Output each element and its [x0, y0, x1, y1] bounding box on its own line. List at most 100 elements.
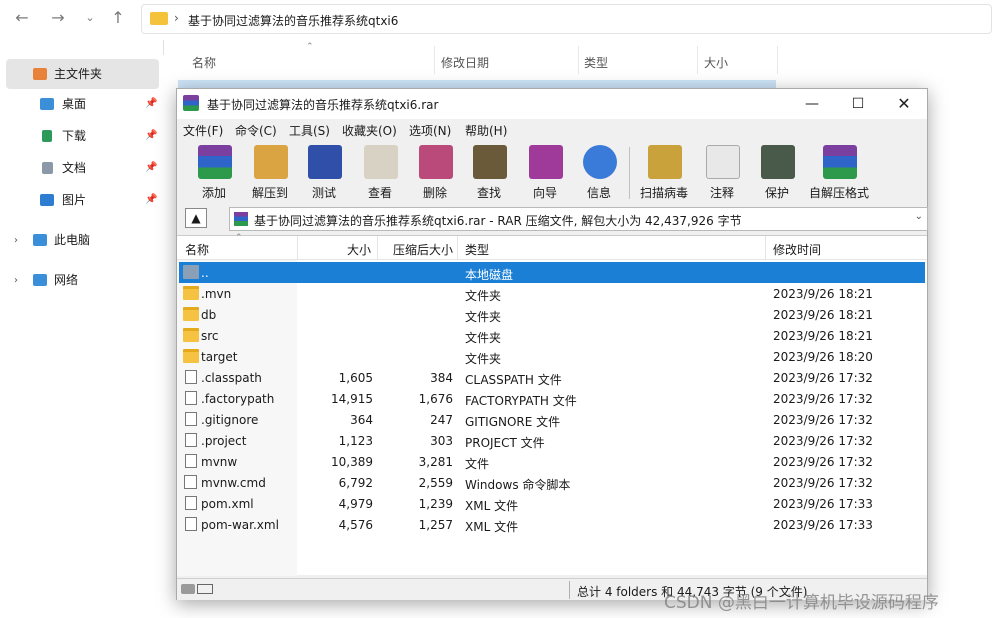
menu-help[interactable]: 帮助(H)	[465, 122, 507, 139]
sidebar-item-network[interactable]: 网络	[0, 265, 160, 295]
header-type[interactable]: 类型	[465, 241, 489, 258]
file-icon	[185, 454, 197, 468]
scan-virus-button[interactable]: 扫描病毒	[634, 143, 694, 201]
file-modified: 2023/9/26 18:21	[773, 329, 873, 343]
sfx-button[interactable]: 自解压格式	[809, 143, 869, 201]
file-row[interactable]: mvnw 10,389 3,281 文件 2023/9/26 17:32	[179, 451, 925, 472]
pin-icon[interactable]: 📌	[145, 89, 157, 119]
delete-label: 删除	[422, 186, 447, 200]
drive-icon[interactable]	[181, 584, 195, 594]
minimize-icon[interactable]: —	[789, 89, 835, 119]
test-button[interactable]: 测试	[294, 143, 354, 201]
column-divider[interactable]	[578, 46, 579, 74]
comment-button[interactable]: 注释	[692, 143, 752, 201]
comment-label: 注释	[709, 186, 734, 200]
file-row[interactable]: .factorypath 14,915 1,676 FACTORYPATH 文件 202…	[179, 388, 925, 409]
wizard-button[interactable]: 向导	[515, 143, 575, 201]
protect-button[interactable]: 保护	[747, 143, 807, 201]
sidebar-item-this-pc[interactable]: 此电脑	[0, 225, 160, 255]
header-size[interactable]: 大小	[347, 241, 371, 258]
menu-options[interactable]: 选项(N)	[409, 122, 451, 139]
history-chevron-down-icon[interactable]: ⌄	[78, 6, 102, 30]
sidebar-item-pictures[interactable]: 图片 📌	[0, 185, 160, 215]
column-name[interactable]: 名称	[192, 54, 216, 71]
back-arrow-icon[interactable]: ←	[10, 6, 34, 30]
close-icon[interactable]: ✕	[881, 89, 927, 119]
header-name[interactable]: 名称	[185, 241, 209, 258]
menu-favorites[interactable]: 收藏夹(O)	[342, 122, 397, 139]
key-icon[interactable]	[197, 584, 213, 594]
file-name: mvnw	[201, 455, 238, 469]
menu-tools[interactable]: 工具(S)	[289, 122, 330, 139]
info-button[interactable]: 信息	[569, 143, 629, 201]
sidebar-item-home[interactable]: 主文件夹	[6, 59, 159, 89]
file-row[interactable]: db 文件夹 2023/9/26 18:21	[179, 304, 925, 325]
extract-to-button[interactable]: 解压到	[240, 143, 300, 201]
header-divider[interactable]	[297, 236, 298, 260]
watermark: CSDN @黑白一计算机毕设源码程序	[664, 593, 939, 613]
header-divider[interactable]	[765, 236, 766, 260]
file-name: .factorypath	[201, 392, 275, 406]
file-type: 文件夹	[465, 289, 502, 303]
file-name: pom-war.xml	[201, 518, 279, 532]
up-folder-icon[interactable]: ▲	[185, 208, 207, 228]
find-button[interactable]: 查找	[459, 143, 519, 201]
menu-commands[interactable]: 命令(C)	[235, 122, 277, 139]
file-row[interactable]: src 文件夹 2023/9/26 18:21	[179, 325, 925, 346]
header-divider[interactable]	[457, 236, 458, 260]
path-bar: ▲ 基于协同过滤算法的音乐推荐系统qtxi6.rar - RAR 压缩文件, 解…	[177, 205, 928, 233]
menu-file[interactable]: 文件(F)	[183, 122, 223, 139]
file-size: 10,389	[331, 455, 373, 469]
header-packed[interactable]: 压缩后大小	[393, 241, 453, 258]
winrar-app-icon	[183, 95, 199, 111]
file-icon	[185, 412, 197, 426]
sidebar-item-desktop[interactable]: 桌面 📌	[0, 89, 160, 119]
archive-path-dropdown[interactable]: 基于协同过滤算法的音乐推荐系统qtxi6.rar - RAR 压缩文件, 解包大…	[229, 207, 928, 231]
sidebar-item-label: 图片	[62, 193, 87, 207]
column-divider[interactable]	[434, 46, 435, 74]
sidebar-item-downloads[interactable]: 下载 📌	[0, 121, 160, 151]
column-modified[interactable]: 修改日期	[441, 54, 489, 71]
parent-folder-icon	[183, 265, 199, 279]
file-row[interactable]: .. 本地磁盘	[179, 262, 925, 283]
chevron-down-icon[interactable]: ⌄	[915, 211, 923, 222]
file-size: 4,576	[338, 518, 373, 532]
pin-icon[interactable]: 📌	[145, 185, 157, 215]
maximize-icon[interactable]: ☐	[835, 89, 881, 119]
column-divider[interactable]	[777, 46, 778, 74]
file-row[interactable]: pom-war.xml 4,576 1,257 XML 文件 2023/9/26 17:…	[179, 514, 925, 535]
pin-icon[interactable]: 📌	[145, 153, 157, 183]
file-type: Windows 命令脚本	[465, 478, 571, 492]
file-size: 1,605	[338, 371, 373, 385]
file-row[interactable]: pom.xml 4,979 1,239 XML 文件 2023/9/26 17:33	[179, 493, 925, 514]
file-packed-size: 1,257	[418, 518, 453, 532]
sidebar-item-documents[interactable]: 文档 📌	[0, 153, 160, 183]
column-size[interactable]: 大小	[704, 54, 728, 71]
file-row[interactable]: target 文件夹 2023/9/26 18:20	[179, 346, 925, 367]
forward-arrow-icon[interactable]: →	[46, 6, 70, 30]
sidebar-item-label: 桌面	[62, 97, 87, 111]
title-bar[interactable]: 基于协同过滤算法的音乐推荐系统qtxi6.rar — ☐ ✕	[177, 89, 927, 119]
file-size: 6,792	[338, 476, 373, 490]
file-row[interactable]: mvnw.cmd 6,792 2,559 Windows 命令脚本 2023/9/26 …	[179, 472, 925, 493]
view-button[interactable]: 查看	[350, 143, 410, 201]
file-row[interactable]: .gitignore 364 247 GITIGNORE 文件 2023/9/26 17…	[179, 409, 925, 430]
header-divider[interactable]	[377, 236, 378, 260]
column-divider[interactable]	[697, 46, 698, 74]
file-type: 文件夹	[465, 310, 502, 324]
file-icon	[185, 391, 197, 405]
header-modified[interactable]: 修改时间	[773, 241, 821, 258]
file-row[interactable]: .mvn 文件夹 2023/9/26 18:21	[179, 283, 925, 304]
file-row[interactable]: .classpath 1,605 384 CLASSPATH 文件 2023/9/26 …	[179, 367, 925, 388]
add-button[interactable]: 添加	[184, 143, 244, 201]
file-modified: 2023/9/26 17:33	[773, 497, 873, 511]
pin-icon[interactable]: 📌	[145, 121, 157, 151]
up-arrow-icon[interactable]: ↑	[106, 6, 130, 30]
address-bar[interactable]: › 基于协同过滤算法的音乐推荐系统qtxi6	[141, 4, 992, 34]
delete-button[interactable]: 删除	[405, 143, 465, 201]
folder-icon	[183, 286, 199, 300]
file-row[interactable]: .project 1,123 303 PROJECT 文件 2023/9/26 17:3…	[179, 430, 925, 451]
file-name: mvnw.cmd	[201, 476, 266, 490]
find-label: 查找	[476, 186, 501, 200]
column-type[interactable]: 类型	[584, 54, 608, 71]
